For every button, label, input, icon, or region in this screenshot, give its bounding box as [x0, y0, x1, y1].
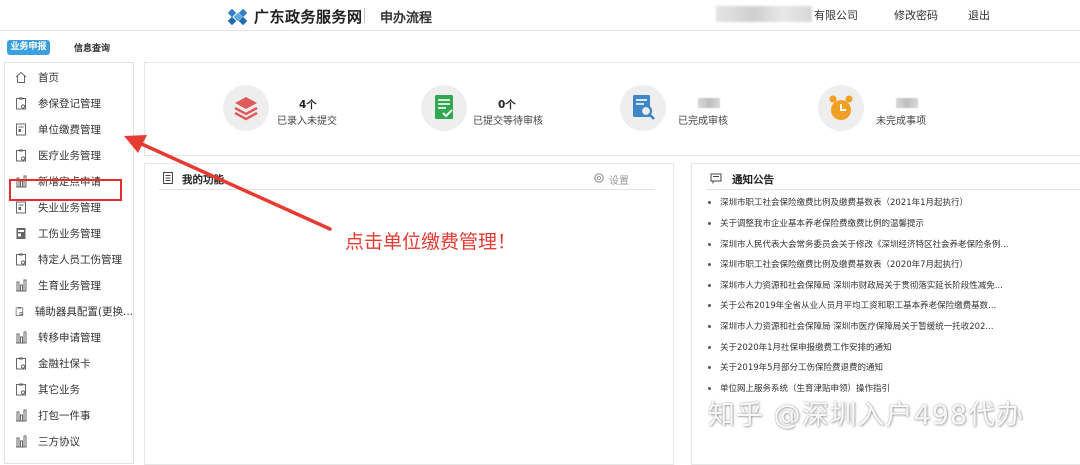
- notice-item[interactable]: 关于公布2019年全省从业人员月平均工资和职工基本养老保险缴费基数...: [708, 299, 1078, 311]
- clipboard-icon: [16, 149, 26, 161]
- alarm-clock-icon: [829, 95, 853, 120]
- stat-unsubmitted-badge[interactable]: [223, 85, 269, 131]
- site-logo[interactable]: 广东政务服务网: [228, 6, 363, 27]
- stat-pending-badge[interactable]: [421, 85, 467, 131]
- sidebar-item-label: 转移申请管理: [38, 331, 101, 344]
- sidebar-item-label: 医疗业务管理: [38, 149, 101, 162]
- my-functions-title: 我的功能: [182, 174, 224, 186]
- notice-item[interactable]: 关于2020年1月社保申报缴费工作安排的通知: [708, 341, 1078, 353]
- tab-business-declaration[interactable]: 业务申报: [7, 40, 50, 55]
- notice-icon: [710, 173, 722, 184]
- stat-unsubmitted-label: 已录入未提交: [277, 116, 337, 127]
- stat-incomplete-label: 未完成事项: [876, 116, 926, 127]
- notice-item[interactable]: 关于调整我市企业基本养老保险费缴费比例的温馨提示: [708, 217, 1078, 229]
- notice-item[interactable]: 深圳市人民代表大会常务委员会关于修改《深圳经济特区社会养老保险条例...: [708, 238, 1078, 250]
- sidebar-item-label: 特定人员工伤管理: [38, 253, 122, 266]
- sidebar-item-label: 金融社保卡: [38, 357, 91, 370]
- stat-reviewed-label: 已完成审核: [678, 116, 728, 127]
- sidebar-item-other[interactable]: 其它业务: [5, 376, 133, 402]
- stat-incomplete-badge[interactable]: [818, 85, 864, 131]
- sidebar-item-assistive-devices[interactable]: 辅助器具配置(更换...: [5, 298, 133, 324]
- chart-icon: [16, 331, 27, 343]
- chart-icon: [16, 409, 27, 421]
- panel-divider: [159, 189, 655, 190]
- stat-incomplete-count-redacted: [896, 98, 918, 108]
- stat-reviewed-count-redacted: [698, 98, 720, 108]
- search-document-icon: [633, 95, 655, 120]
- sidebar-item-label: 辅助器具配置(更换...: [34, 305, 133, 318]
- sidebar-item-package[interactable]: 打包一件事: [5, 402, 133, 428]
- annotation-text: 点击单位缴费管理！: [345, 231, 517, 253]
- sidebar-item-special-injury[interactable]: 特定人员工伤管理: [5, 246, 133, 272]
- logo-icon: [228, 8, 248, 25]
- clipboard-icon: [15, 306, 24, 316]
- change-password-link[interactable]: 修改密码: [894, 7, 938, 23]
- sidebar-item-label: 其它业务: [38, 383, 80, 396]
- document-icon: [16, 201, 26, 213]
- sidebar-item-label: 三方协议: [38, 435, 80, 448]
- stat-unsubmitted-count: 4个: [299, 99, 317, 111]
- sidebar-item-medical[interactable]: 医疗业务管理: [5, 142, 133, 168]
- gear-icon[interactable]: [593, 172, 605, 184]
- home-icon: [15, 71, 27, 83]
- sidebar-item-transfer[interactable]: 转移申请管理: [5, 324, 133, 350]
- sidebar-item-label: 首页: [38, 71, 59, 84]
- top-bar: 广东政务服务网 申办流程 有限公司 修改密码 退出: [0, 0, 1080, 31]
- stats-panel: 4个 已录入未提交 0个 已提交等待审核 已完成审核 未完成事项: [144, 62, 1080, 156]
- sidebar-item-label: 参保登记管理: [38, 97, 101, 110]
- company-name-suffix: 有限公司: [814, 9, 858, 22]
- my-functions-panel: 我的功能 设置: [144, 163, 674, 465]
- panel-divider: [706, 189, 1080, 190]
- watermark: 知乎 @深圳入户498代办: [708, 400, 1025, 431]
- notice-title: 通知公告: [732, 174, 774, 186]
- tab-bar: 业务申报 信息查询: [0, 31, 1080, 61]
- sidebar-item-label: 单位缴费管理: [38, 123, 101, 136]
- sidebar-nav: 首页 参保登记管理 单位缴费管理 医疗业务管理 新增定点申请 失业业务管理 工伤…: [4, 62, 134, 464]
- clipboard-icon: [16, 97, 26, 109]
- sidebar-item-unit-payment[interactable]: 单位缴费管理: [5, 116, 133, 142]
- sidebar-item-label: 失业业务管理: [38, 201, 101, 214]
- notice-item[interactable]: 深圳市人力资源和社会保障局 深圳市医疗保障局关于暂缓统一托收202...: [708, 320, 1078, 332]
- sidebar-item-finance-card[interactable]: 金融社保卡: [5, 350, 133, 376]
- notice-item[interactable]: 深圳市职工社会保险缴费比例及缴费基数表（2021年1月起执行）: [708, 196, 1078, 208]
- logout-link[interactable]: 退出: [968, 7, 990, 23]
- sidebar-item-label: 工伤业务管理: [38, 227, 101, 240]
- clipboard-icon: [16, 357, 26, 369]
- sidebar-item-tripartite[interactable]: 三方协议: [5, 428, 133, 454]
- clipboard-icon: [16, 383, 26, 395]
- highlight-box: [9, 179, 122, 201]
- stack-icon: [234, 97, 258, 121]
- list-icon: [163, 172, 173, 184]
- title-divider: [364, 8, 365, 23]
- redacted-company-name: [716, 6, 812, 22]
- site-name: 广东政务服务网: [254, 8, 363, 26]
- clipboard-icon: [16, 253, 26, 265]
- notice-item[interactable]: 深圳市人力资源和社会保障局 深圳市财政局关于贯彻落实延长阶段性减免...: [708, 279, 1078, 291]
- stat-reviewed-badge[interactable]: [620, 85, 666, 131]
- checklist-icon: [435, 95, 453, 119]
- sidebar-item-label: 打包一件事: [38, 409, 91, 422]
- stat-pending-count: 0个: [498, 99, 516, 111]
- sidebar-item-insurance-registration[interactable]: 参保登记管理: [5, 90, 133, 116]
- document-icon: [16, 123, 26, 135]
- notice-item[interactable]: 深圳市职工社会保险缴费比例及缴费基数表（2020年7月起执行）: [708, 258, 1078, 270]
- tab-info-query[interactable]: 信息查询: [74, 41, 110, 54]
- document-icon: [16, 227, 26, 239]
- sidebar-item-label: 生育业务管理: [38, 279, 101, 292]
- chart-icon: [16, 279, 27, 291]
- sidebar-item-maternity[interactable]: 生育业务管理: [5, 272, 133, 298]
- page-subtitle: 申办流程: [380, 11, 433, 26]
- chart-icon: [16, 435, 27, 447]
- notice-item[interactable]: 关于2019年5月部分工伤保险费退费的通知: [708, 361, 1078, 373]
- settings-link[interactable]: 设置: [609, 172, 629, 187]
- sidebar-item-home[interactable]: 首页: [5, 64, 133, 90]
- sidebar-item-work-injury[interactable]: 工伤业务管理: [5, 220, 133, 246]
- stat-pending-label: 已提交等待审核: [473, 116, 543, 127]
